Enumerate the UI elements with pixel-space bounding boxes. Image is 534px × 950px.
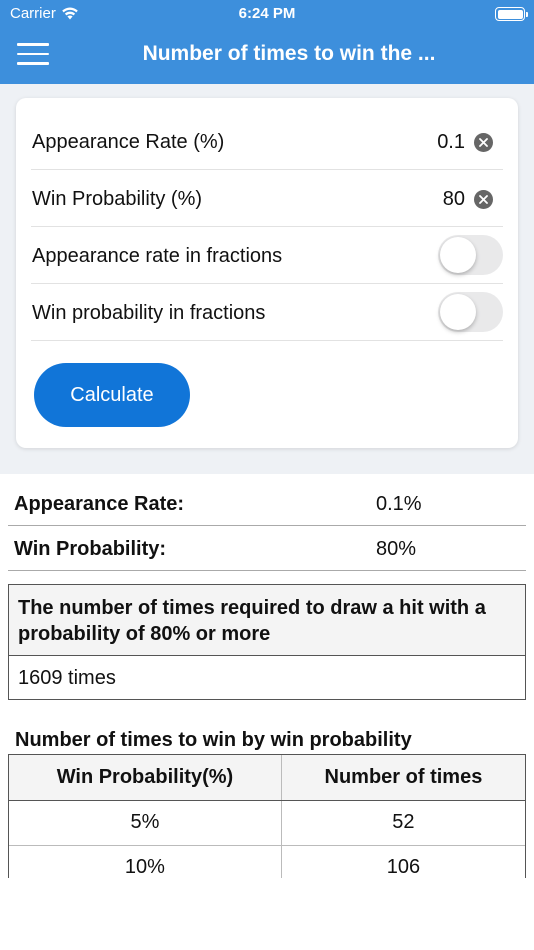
table-header-row: Win Probability(%) Number of times: [9, 755, 525, 801]
appearance-rate-row: Appearance Rate (%) 0.1: [31, 113, 503, 170]
summary-win-label: Win Probability:: [14, 538, 167, 560]
win-probability-input[interactable]: 80: [443, 188, 465, 211]
appearance-fraction-row: Appearance rate in fractions: [31, 227, 503, 284]
table-row: 5% 52: [9, 800, 525, 846]
column-header-win-probability: Win Probability(%): [9, 755, 282, 801]
table-row: 10% 106: [9, 845, 525, 878]
table-title: Number of times to win by win probabilit…: [15, 729, 412, 751]
nav-bar: Number of times to win the ...: [0, 28, 534, 84]
win-probability-label: Win Probability (%): [32, 188, 203, 210]
toggle-knob: [440, 237, 476, 273]
result-heading: The number of times required to draw a h…: [9, 585, 525, 656]
table-cell: 106: [281, 845, 525, 878]
win-fraction-label: Win probability in fractions: [32, 302, 266, 324]
appearance-fraction-toggle[interactable]: [438, 235, 503, 275]
appearance-rate-label: Appearance Rate (%): [32, 131, 225, 153]
toggle-knob: [440, 294, 476, 330]
clear-icon: [479, 138, 488, 147]
input-card: Appearance Rate (%) 0.1 Win Probability …: [16, 98, 518, 448]
summary-appearance-value: 0.1%: [376, 493, 422, 515]
win-fraction-row: Win probability in fractions: [31, 284, 503, 341]
table-cell: 52: [281, 800, 525, 846]
result-value: 1609 times: [18, 667, 116, 689]
win-probability-row: Win Probability (%) 80: [31, 170, 503, 227]
summary-win-value: 80%: [376, 538, 417, 560]
page-title: Number of times to win the ...: [142, 42, 436, 65]
appearance-rate-input[interactable]: 0.1: [437, 131, 465, 154]
appearance-fraction-label: Appearance rate in fractions: [32, 245, 283, 267]
summary-table: Appearance Rate: 0.1% Win Probability: 8…: [8, 481, 526, 571]
clear-win-probability-button[interactable]: [474, 190, 493, 209]
hamburger-icon: [17, 43, 49, 46]
summary-appearance-label: Appearance Rate:: [14, 493, 185, 515]
battery-icon: [495, 7, 528, 21]
table-cell: 5%: [9, 800, 282, 846]
calculate-button[interactable]: Calculate: [34, 363, 190, 427]
status-time: 6:24 PM: [238, 5, 296, 22]
probability-table: Win Probability(%) Number of times 5% 52…: [8, 754, 526, 878]
status-bar: Carrier 6:24 PM: [0, 0, 534, 28]
column-header-number-of-times: Number of times: [281, 755, 525, 801]
summary-appearance-row: Appearance Rate: 0.1%: [8, 481, 526, 526]
clear-appearance-rate-button[interactable]: [474, 133, 493, 152]
battery-fill: [497, 9, 523, 19]
table-cell: 10%: [9, 845, 282, 878]
win-fraction-toggle[interactable]: [438, 292, 503, 332]
summary-win-row: Win Probability: 80%: [8, 526, 526, 571]
result-box: The number of times required to draw a h…: [8, 584, 526, 700]
clear-icon: [479, 195, 488, 204]
hamburger-menu-button[interactable]: [17, 43, 49, 69]
form-area: Appearance Rate (%) 0.1 Win Probability …: [0, 84, 534, 474]
